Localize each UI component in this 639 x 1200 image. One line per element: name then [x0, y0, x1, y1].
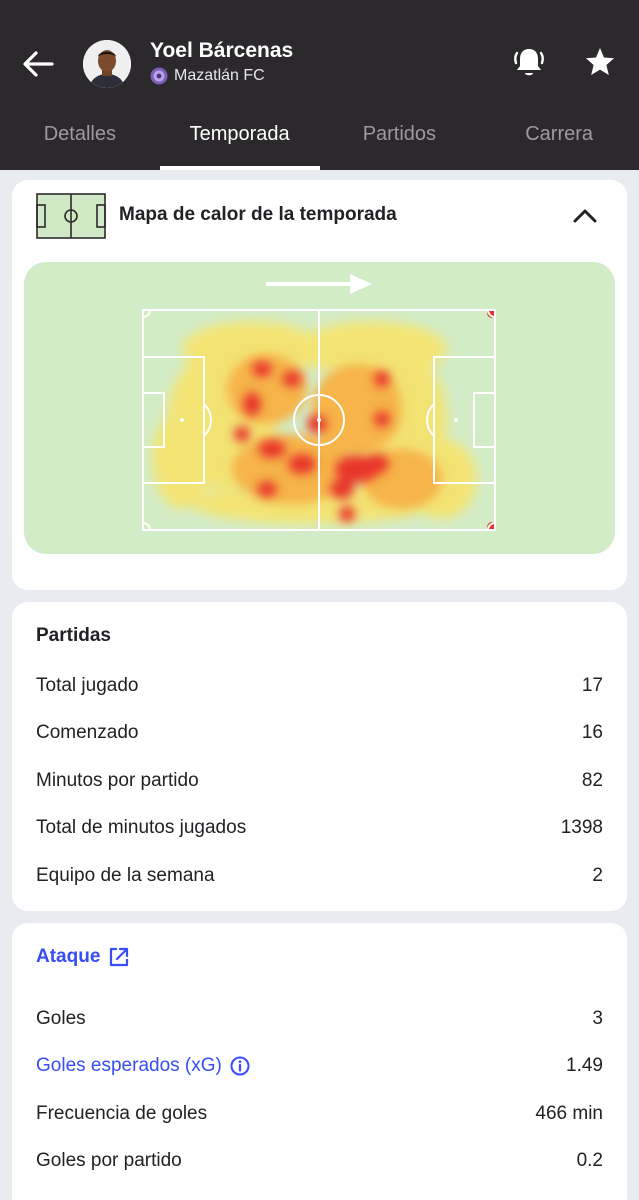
- heatmap-pitch: [142, 308, 497, 532]
- stat-row-equipo-semana: Equipo de la semana 2: [36, 861, 603, 891]
- stat-row-comenzado: Comenzado 16: [36, 718, 603, 748]
- player-name: Yoel Bárcenas: [150, 39, 294, 62]
- stat-row-goles-esperados[interactable]: Goles esperados (xG) 1.49: [36, 1051, 603, 1081]
- stat-value: 3: [592, 1008, 603, 1029]
- tab-temporada[interactable]: Temporada: [159, 110, 320, 170]
- club-badge-icon: [150, 67, 168, 85]
- stat-value: 2: [592, 865, 603, 886]
- notification-bell-icon[interactable]: [512, 44, 546, 80]
- stat-label: Goles por partido: [36, 1150, 182, 1171]
- stat-label: Goles: [36, 1008, 86, 1029]
- club-name: Mazatlán FC: [174, 67, 265, 84]
- attack-direction-arrow-icon: [264, 272, 374, 296]
- heatmap-title: Mapa de calor de la temporada: [119, 204, 397, 225]
- ataque-card: Ataque Goles 3 Goles esperados (xG) 1.49…: [12, 923, 627, 1200]
- ataque-title-link[interactable]: Ataque: [36, 946, 130, 968]
- heatmap-header[interactable]: Mapa de calor de la temporada: [36, 193, 606, 239]
- tab-carrera[interactable]: Carrera: [479, 110, 639, 170]
- heatmap-card: Mapa de calor de la temporada: [12, 180, 627, 590]
- partidas-card: Partidas Total jugado 17 Comenzado 16 Mi…: [12, 602, 627, 911]
- stat-row-minutos-por-partido: Minutos por partido 82: [36, 766, 603, 796]
- stat-value: 17: [581, 675, 603, 696]
- heatmap-field: [24, 262, 615, 554]
- stat-label-link[interactable]: Goles esperados (xG): [36, 1055, 222, 1077]
- partidas-title: Partidas: [36, 625, 111, 646]
- stat-value: 1398: [560, 817, 603, 838]
- tab-partidos[interactable]: Partidos: [320, 110, 480, 170]
- tab-detalles[interactable]: Detalles: [0, 110, 160, 170]
- stat-label: Total de minutos jugados: [36, 817, 247, 838]
- player-avatar: [83, 40, 131, 88]
- info-icon[interactable]: [230, 1056, 250, 1076]
- stat-row-goles: Goles 3: [36, 1004, 603, 1034]
- chevron-up-icon[interactable]: [570, 201, 600, 231]
- stat-value: 82: [581, 770, 603, 791]
- stat-value: 1.49: [566, 1055, 603, 1076]
- stat-row-goles-por-partido: Goles por partido 0.2: [36, 1146, 603, 1176]
- stat-label: Minutos por partido: [36, 770, 199, 791]
- app-header: Yoel Bárcenas Mazatlán FC Detalles Tempo…: [0, 0, 639, 170]
- stat-value: 16: [581, 722, 603, 743]
- tab-bar: Detalles Temporada Partidos Carrera: [0, 110, 639, 170]
- stat-row-frecuencia-goles: Frecuencia de goles 466 min: [36, 1099, 603, 1129]
- stat-label: Equipo de la semana: [36, 865, 215, 886]
- stat-value: 0.2: [576, 1150, 603, 1171]
- stat-label: Frecuencia de goles: [36, 1103, 208, 1124]
- favorite-star-icon[interactable]: [582, 44, 618, 80]
- back-arrow-icon[interactable]: [18, 44, 58, 84]
- stat-label: Total jugado: [36, 675, 139, 696]
- stat-value: 466 min: [535, 1103, 603, 1124]
- external-link-icon: [110, 947, 129, 967]
- ataque-title: Ataque: [36, 946, 101, 967]
- stat-row-total-minutos: Total de minutos jugados 1398: [36, 813, 603, 843]
- stat-label: Comenzado: [36, 722, 139, 743]
- stat-row-total-jugado: Total jugado 17: [36, 671, 603, 701]
- club-link[interactable]: Mazatlán FC: [150, 67, 265, 85]
- pitch-icon: [36, 193, 106, 239]
